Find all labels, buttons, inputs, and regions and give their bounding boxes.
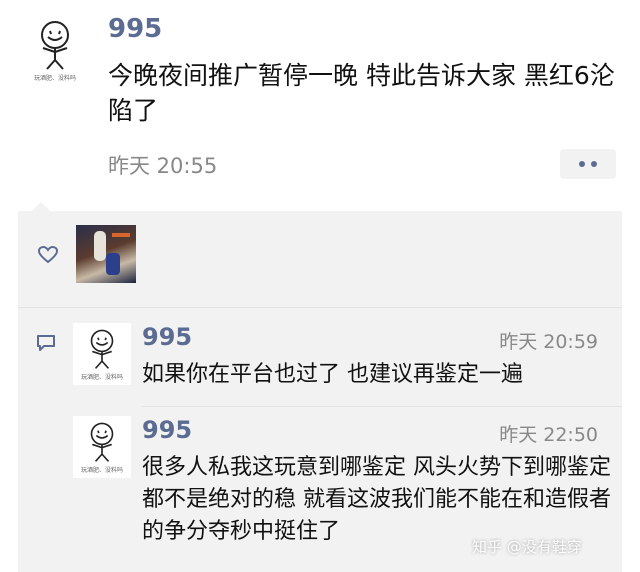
- comment-item: 玩酒肥、没料吗 995 昨天 20:59 如果你在平台也过了 也建议再鉴定一遍: [73, 323, 618, 399]
- divider: [18, 307, 622, 308]
- interaction-panel: 玩酒肥、没料吗 995 昨天 20:59 如果你在平台也过了 也建议再鉴定一遍 …: [18, 211, 622, 572]
- post-timestamp: 昨天 20:55: [108, 154, 218, 178]
- watermark: 知乎 @没有鞋穿: [472, 538, 582, 556]
- avatar-caption: 玩酒肥、没料吗: [80, 466, 123, 474]
- comment-text[interactable]: 很多人私我这玩意到哪鉴定 风头火势下到哪鉴定都不是绝对的稳 就看这波我们能不能在…: [142, 452, 612, 548]
- comment-divider: [142, 406, 622, 407]
- moment-post: 玩酒肥、没料吗 995 今晚夜间推广暂停一晚 特此告诉大家 黑红6沦陷了 昨天 …: [0, 0, 640, 210]
- comment-timestamp: 昨天 22:50: [499, 424, 598, 446]
- stick-figure-icon: [41, 20, 69, 70]
- liker-avatar[interactable]: [76, 225, 136, 283]
- comment-timestamp: 昨天 20:59: [499, 331, 598, 353]
- comment-username[interactable]: 995: [142, 416, 192, 444]
- more-dots-icon: [591, 161, 597, 167]
- likes-row: [18, 211, 622, 301]
- comment-text[interactable]: 如果你在平台也过了 也建议再鉴定一遍: [142, 359, 612, 391]
- heart-icon: [38, 246, 58, 264]
- stick-figure-icon: [90, 422, 114, 462]
- comment-username[interactable]: 995: [142, 323, 192, 351]
- more-button[interactable]: [560, 149, 616, 179]
- panel-caret: [32, 202, 50, 211]
- comment-avatar[interactable]: 玩酒肥、没料吗: [73, 323, 131, 385]
- comment-avatar[interactable]: 玩酒肥、没料吗: [73, 416, 131, 478]
- more-dots-icon: [579, 161, 585, 167]
- avatar-caption: 玩酒肥、没料吗: [33, 74, 76, 82]
- avatar-caption: 玩酒肥、没料吗: [80, 373, 123, 381]
- stick-figure-icon: [90, 329, 114, 369]
- post-text: 今晚夜间推广暂停一晚 特此告诉大家 黑红6沦陷了: [108, 61, 615, 125]
- avatar[interactable]: 玩酒肥、没料吗: [20, 12, 90, 88]
- comment-icon: [37, 335, 55, 351]
- post-username[interactable]: 995: [108, 14, 162, 44]
